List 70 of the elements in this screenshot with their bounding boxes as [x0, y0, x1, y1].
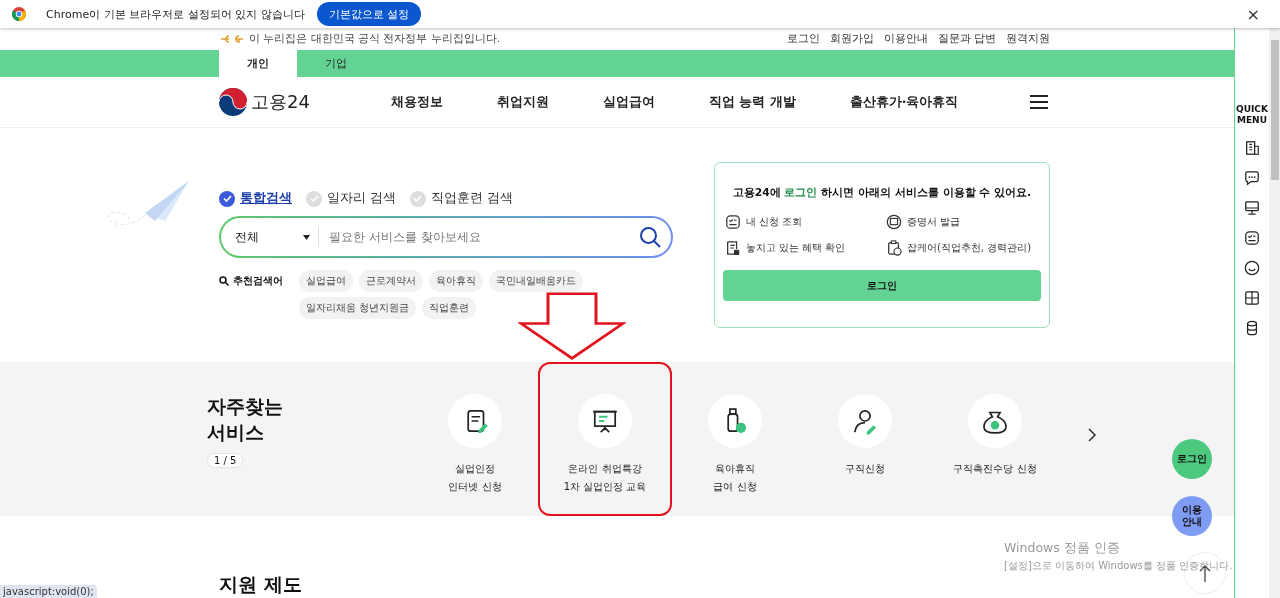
service-link[interactable]: 잡케어(직업추천, 경력관리) — [885, 240, 1041, 257]
search-icon — [219, 276, 229, 286]
utility-link[interactable]: 로그인 — [786, 32, 820, 46]
search-field[interactable]: 전체 필요한 서비스를 찾아보세요 — [219, 216, 673, 258]
utility-link[interactable]: 원격지원 — [1006, 32, 1050, 46]
set-default-button[interactable]: 기본값으로 설정 — [316, 2, 422, 26]
keyword-chip[interactable]: 근로계약서 — [359, 270, 423, 292]
check-circle-icon — [306, 190, 322, 207]
menu-icon[interactable] — [1030, 95, 1048, 109]
eg-logo-icon — [219, 34, 245, 44]
check-circle-icon — [219, 190, 235, 207]
keyword-chip[interactable]: 직업훈련 — [422, 297, 477, 319]
service-shortcut[interactable]: 구직신청 — [800, 362, 930, 516]
close-button[interactable]: × — [1240, 3, 1266, 25]
service-shortcut[interactable]: 육아휴직 급여 신청 — [670, 362, 800, 516]
search-icon[interactable] — [638, 226, 661, 248]
service-shortcut[interactable]: 실업인정 인터넷 신청 — [410, 362, 540, 516]
monitor-icon[interactable] — [1244, 199, 1260, 216]
section-title: 지원 제도 — [219, 572, 302, 597]
nav-link[interactable]: 출산휴가·육아휴직 — [849, 93, 959, 111]
nav-link[interactable]: 취업지원 — [497, 93, 549, 111]
section-title: 자주찾는 서비스 — [207, 394, 284, 445]
user-type-tab[interactable]: 기업 — [297, 50, 375, 77]
service-shortcut[interactable]: 온라인 취업특강 1차 실업인정 교육 — [538, 362, 672, 516]
clipboard-clock-icon — [885, 240, 902, 257]
windows-activation-title: Windows 정품 인증 — [1004, 540, 1121, 557]
search-type-option[interactable]: 통합검색 — [219, 190, 292, 207]
coin-stack-icon[interactable] — [1244, 319, 1260, 336]
search-type-option[interactable]: 직업훈련 검색 — [410, 190, 513, 207]
building-icon[interactable] — [1244, 139, 1260, 156]
smile-icon[interactable] — [1244, 259, 1260, 276]
chat-bubble-icon[interactable] — [1244, 169, 1260, 186]
infobar-message: Chrome이 기본 브라우저로 설정되어 있지 않습니다 — [46, 6, 305, 22]
category-dropdown[interactable]: 전체 — [235, 227, 319, 247]
windows-activation-text: [설정]으로 이동하여 Windows를 정품 인증합니다. — [1004, 559, 1233, 573]
service-shortcut[interactable]: 구직촉진수당 신청 — [930, 362, 1060, 516]
floating-guide-button[interactable]: 이용 안내 — [1172, 496, 1212, 536]
caret-icon — [303, 234, 310, 240]
keyword-chip[interactable]: 육아휴직 — [429, 270, 483, 292]
service-link[interactable]: 놓치고 있는 혜택 확인 — [724, 240, 880, 257]
quick-menu-title: QUICK MENU — [1235, 104, 1269, 126]
utility-link[interactable]: 질문과 답변 — [937, 32, 996, 46]
login-card-title: 고용24에 로그인 하시면 아래의 서비스를 이용할 수 있어요. — [731, 185, 1033, 201]
service-link[interactable]: 내 신청 조회 — [724, 214, 880, 231]
user-type-tab[interactable]: 개인 — [219, 50, 297, 77]
check-circle-icon — [410, 190, 426, 207]
nav-link[interactable]: 실업급여 — [603, 93, 655, 111]
government-notice: 이 누리집은 대한민국 공식 전자정부 누리집입니다. — [249, 32, 501, 46]
service-link[interactable]: 증명서 발급 — [885, 214, 1041, 231]
login-button[interactable]: 로그인 — [722, 270, 1041, 302]
utility-link[interactable]: 회원가입 — [829, 32, 874, 46]
document-icon — [724, 240, 741, 257]
utility-link[interactable]: 이용안내 — [883, 32, 928, 46]
keyword-chip[interactable]: 실업급여 — [299, 270, 353, 292]
certificate-icon — [885, 214, 902, 231]
nav-link[interactable]: 채용정보 — [391, 93, 443, 111]
emblem-icon — [219, 88, 247, 116]
scrollbar[interactable] — [1269, 28, 1280, 598]
nav-link[interactable]: 직업 능력 개발 — [709, 93, 796, 111]
search-type-option[interactable]: 일자리 검색 — [306, 190, 396, 207]
checklist-icon[interactable] — [1244, 229, 1260, 246]
recommended-keywords-label: 추천검색어 — [219, 270, 299, 292]
checklist-icon — [724, 214, 741, 231]
site-logo[interactable]: 고용24 — [251, 90, 391, 114]
keyword-chip[interactable]: 일자리채움 청년지원금 — [299, 297, 417, 319]
chrome-icon — [12, 7, 26, 21]
keyword-chip[interactable]: 국민내일배움카드 — [489, 270, 583, 292]
calculator-icon[interactable] — [1244, 289, 1260, 306]
status-url: javascript:void(0); — [0, 585, 97, 598]
page-indicator: 1 / 5 — [207, 453, 244, 469]
